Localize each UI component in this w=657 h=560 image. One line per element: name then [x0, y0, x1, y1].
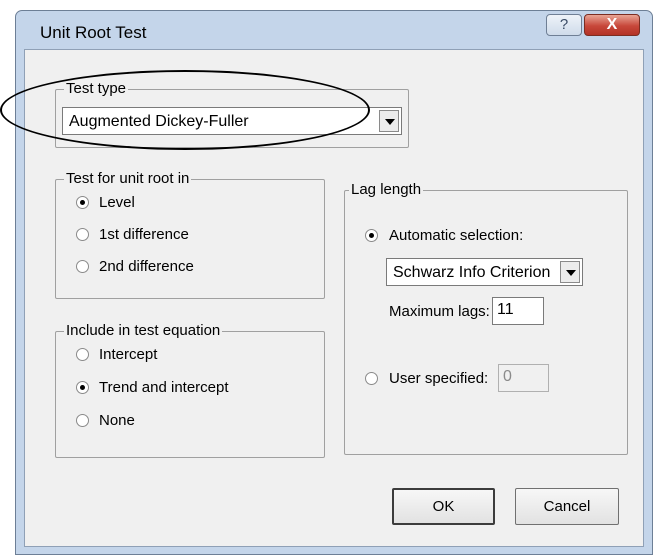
- radio-level[interactable]: [76, 196, 89, 209]
- lag-length-group: Lag length Automatic selection: Schwarz …: [344, 181, 628, 455]
- radio-checked-dot: [80, 385, 85, 390]
- help-button[interactable]: ?: [546, 14, 582, 36]
- radio-user-specified-label[interactable]: User specified:: [389, 370, 488, 387]
- radio-1st-difference-label[interactable]: 1st difference: [99, 226, 189, 243]
- criterion-value: Schwarz Info Criterion: [393, 264, 551, 281]
- close-icon: X: [606, 16, 618, 33]
- radio-automatic-selection[interactable]: [365, 229, 378, 242]
- unit-root-test-dialog: Unit Root Test ? X Test type Augmented D…: [15, 10, 653, 555]
- radio-intercept-label[interactable]: Intercept: [99, 346, 157, 363]
- chevron-down-icon: [566, 270, 576, 276]
- test-equation-legend: Include in test equation: [64, 322, 223, 339]
- chevron-down-icon: [385, 119, 395, 125]
- title-bar[interactable]: Unit Root Test ? X: [16, 11, 652, 49]
- window-title: Unit Root Test: [40, 23, 147, 42]
- criterion-dropdown-button[interactable]: [560, 261, 580, 283]
- radio-none-label[interactable]: None: [99, 412, 135, 429]
- maximum-lags-label: Maximum lags:: [389, 303, 490, 320]
- radio-automatic-selection-label[interactable]: Automatic selection:: [389, 227, 523, 244]
- radio-trend-and-intercept-label[interactable]: Trend and intercept: [99, 379, 229, 396]
- radio-user-specified[interactable]: [365, 372, 378, 385]
- maximum-lags-input[interactable]: 11: [492, 297, 544, 325]
- radio-2nd-difference-label[interactable]: 2nd difference: [99, 258, 194, 275]
- radio-level-label[interactable]: Level: [99, 194, 135, 211]
- test-type-value: Augmented Dickey-Fuller: [69, 113, 249, 130]
- unit-root-group: Test for unit root in Level 1st differen…: [55, 170, 325, 299]
- radio-intercept[interactable]: [76, 348, 89, 361]
- radio-checked-dot: [80, 200, 85, 205]
- help-icon: ?: [559, 16, 569, 33]
- radio-checked-dot: [369, 233, 374, 238]
- radio-trend-and-intercept[interactable]: [76, 381, 89, 394]
- unit-root-legend: Test for unit root in: [64, 170, 192, 187]
- test-type-dropdown-button[interactable]: [379, 110, 399, 132]
- radio-2nd-difference[interactable]: [76, 260, 89, 273]
- ok-button[interactable]: OK: [392, 488, 495, 525]
- test-equation-group: Include in test equation Intercept Trend…: [55, 322, 325, 458]
- radio-1st-difference[interactable]: [76, 228, 89, 241]
- close-button[interactable]: X: [584, 14, 640, 36]
- cancel-button[interactable]: Cancel: [515, 488, 619, 525]
- lag-length-legend: Lag length: [349, 181, 424, 198]
- criterion-select[interactable]: Schwarz Info Criterion: [386, 258, 583, 286]
- test-type-group: Test type Augmented Dickey-Fuller: [55, 80, 409, 148]
- radio-none[interactable]: [76, 414, 89, 427]
- test-type-legend: Test type: [64, 80, 129, 97]
- dialog-body: Test type Augmented Dickey-Fuller Test f…: [24, 49, 644, 547]
- test-type-select[interactable]: Augmented Dickey-Fuller: [62, 107, 402, 135]
- user-specified-input[interactable]: 0: [498, 364, 549, 392]
